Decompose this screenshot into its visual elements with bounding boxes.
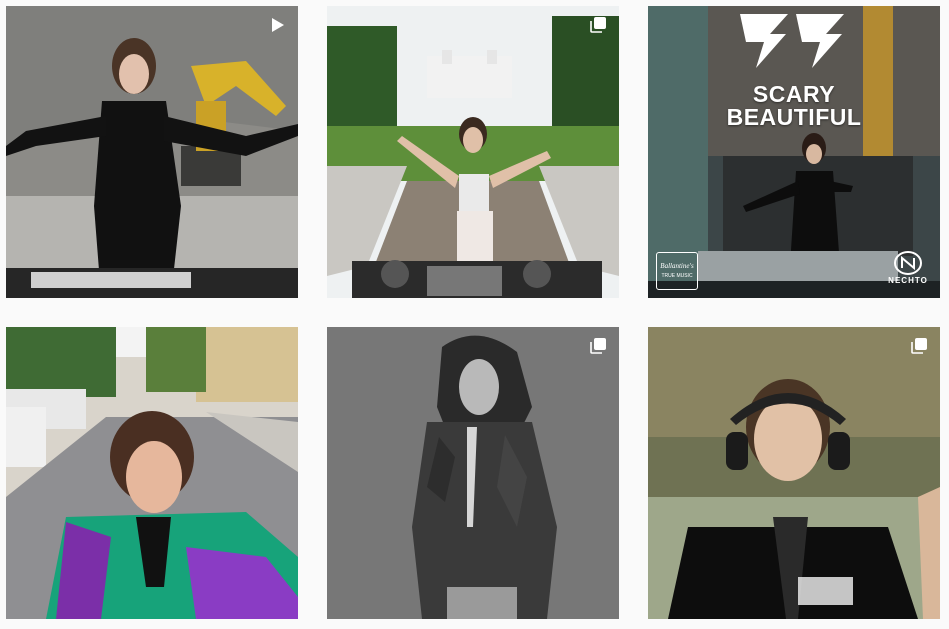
post-image-4 xyxy=(6,327,298,619)
post-tile-4[interactable] xyxy=(6,327,298,619)
post-image-2 xyxy=(327,6,619,298)
nechto-emblem-icon xyxy=(894,251,922,275)
nechto-logo: NECHTO xyxy=(884,250,932,292)
carousel-icon xyxy=(589,337,607,355)
scary-beautiful-logo-mark xyxy=(740,14,844,68)
true-music-text: TRUE MUSIC xyxy=(661,273,693,279)
poster-headline-line2: BEAUTIFUL xyxy=(726,104,862,130)
post-tile-6[interactable] xyxy=(648,327,940,619)
post-tile-3[interactable]: SCARY BEAUTIFUL Ballantine's TRUE MUSIC … xyxy=(648,6,940,298)
post-image-6 xyxy=(648,327,940,619)
post-image-1 xyxy=(6,6,298,298)
video-icon xyxy=(268,16,286,34)
nechto-logo-text: NECHTO xyxy=(888,276,928,285)
post-image-5 xyxy=(327,327,619,619)
carousel-icon xyxy=(910,337,928,355)
ballantines-logo: Ballantine's TRUE MUSIC xyxy=(656,252,698,290)
post-tile-2[interactable] xyxy=(327,6,619,298)
carousel-icon xyxy=(589,16,607,34)
post-tile-1[interactable] xyxy=(6,6,298,298)
ballantines-logo-text: Ballantine's xyxy=(660,262,694,270)
post-tile-5[interactable] xyxy=(327,327,619,619)
poster-headline-line1: SCARY xyxy=(752,81,836,107)
